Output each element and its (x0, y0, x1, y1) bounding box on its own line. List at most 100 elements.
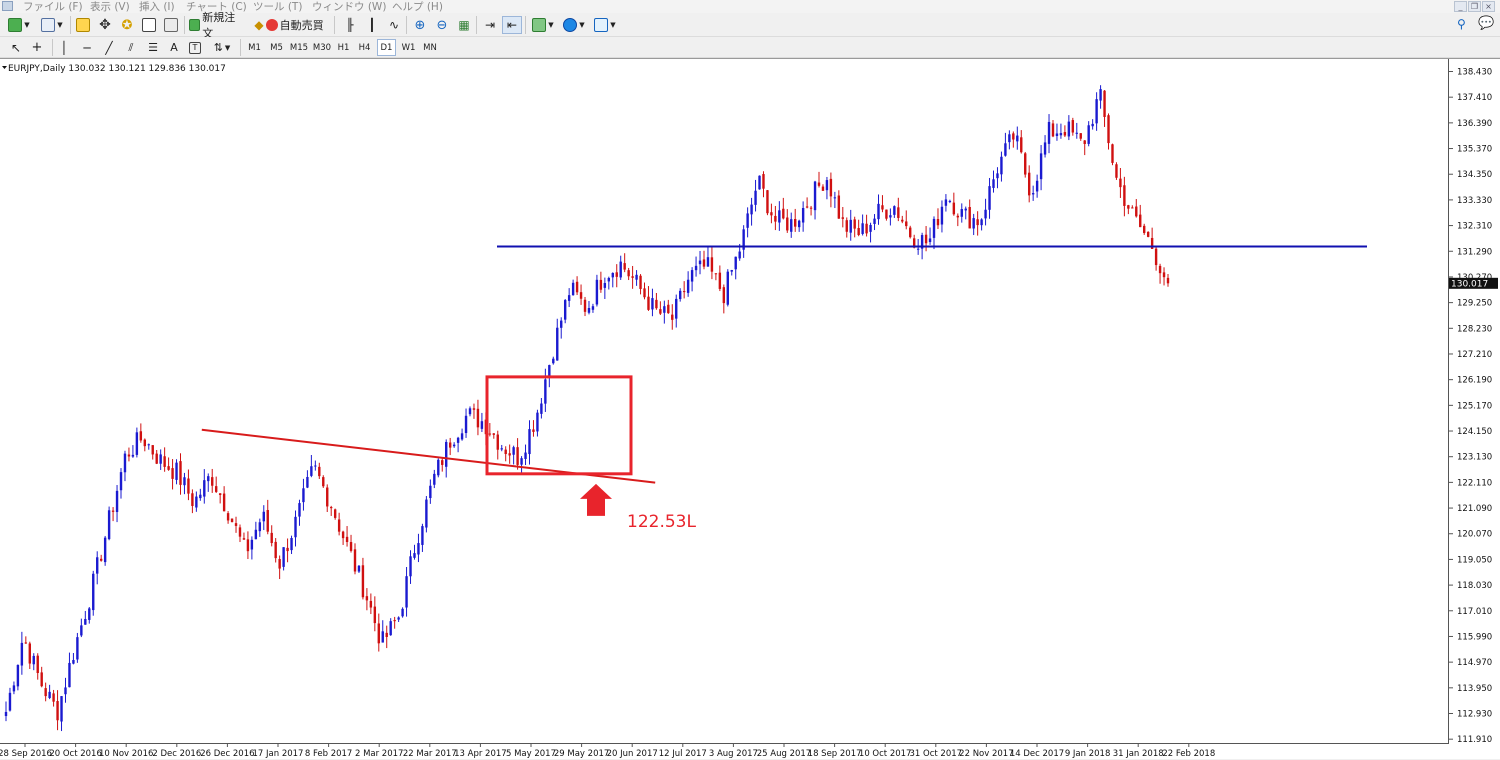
tf-mn[interactable]: MN (420, 39, 440, 56)
tf-d1[interactable]: D1 (377, 39, 396, 56)
bull-candle (16, 664, 20, 687)
periods-button[interactable]: ▼ (560, 16, 588, 34)
line-chart-button[interactable]: ∿ (384, 16, 404, 34)
auto-trade-button[interactable]: ◆ 自動売買 (248, 16, 330, 34)
bull-candle (758, 175, 761, 190)
menu-file[interactable]: ファイル (F) (23, 0, 83, 14)
bear-candle (1154, 248, 1158, 266)
chart-shift-icon: ⇤ (506, 18, 518, 32)
bull-candle (746, 213, 749, 228)
bear-candle (655, 299, 658, 309)
price-tick-label: 134.350 (1457, 170, 1492, 180)
new-chart-icon (8, 18, 23, 32)
menu-view[interactable]: 表示 (V) (90, 0, 130, 14)
navigator-button[interactable]: ✪ (117, 16, 137, 34)
price-tick-label: 121.090 (1457, 504, 1492, 514)
bull-candle (60, 696, 63, 722)
time-tick-label: 20 Oct 2016 (49, 749, 102, 759)
bull-candle (528, 429, 531, 455)
new-order-button[interactable]: 新規注文 (188, 11, 244, 40)
data-window-button[interactable]: ✥ (95, 16, 115, 34)
zoom-in-button[interactable]: ⊕ (410, 16, 430, 34)
bull-candle (932, 218, 936, 238)
tf-m5[interactable]: M5 (266, 39, 287, 56)
price-tick-label: 112.930 (1457, 710, 1492, 720)
bull-candle (571, 282, 575, 296)
menu-window[interactable]: ウィンドウ (W) (312, 0, 386, 14)
bull-candle (452, 444, 456, 447)
time-tick-label: 26 Dec 2016 (200, 749, 254, 759)
bear-candle (968, 206, 971, 229)
horizontal-line-button[interactable]: ─ (78, 39, 96, 56)
candlestick-button[interactable]: ┃ (362, 16, 382, 34)
templates-button[interactable]: ▼ (591, 16, 619, 34)
tf-m15[interactable]: M15 (288, 39, 310, 56)
bull-candle (195, 496, 198, 508)
zoom-out-button[interactable]: ⊖ (432, 16, 452, 34)
bear-candle (841, 217, 844, 219)
menu-insert[interactable]: 挿入 (I) (139, 0, 175, 14)
fibonacci-button[interactable]: ☰ (144, 39, 162, 56)
channel-button[interactable]: ⫽ (122, 39, 140, 56)
price-tick-label: 137.410 (1457, 93, 1492, 103)
bull-candle (675, 298, 678, 319)
menu-tools[interactable]: ツール (T) (253, 0, 302, 14)
bear-candle (373, 606, 377, 624)
bear-candle (1158, 265, 1162, 274)
chat-icon[interactable]: 💬 (1478, 16, 1494, 31)
tile-windows-icon: ▦ (458, 18, 470, 32)
tf-m1[interactable]: M1 (244, 39, 265, 56)
bear-candle (671, 314, 674, 320)
strategy-tester-button[interactable] (161, 16, 181, 34)
bull-candle (131, 454, 135, 457)
crosshair-button[interactable]: + (28, 39, 46, 56)
tf-w1[interactable]: W1 (399, 39, 418, 56)
bear-candle (1111, 144, 1114, 163)
bear-candle (345, 536, 349, 543)
bear-candle (36, 655, 39, 674)
bull-candle (726, 271, 729, 305)
bull-candle (405, 576, 408, 608)
price-tick-label: 131.290 (1457, 247, 1492, 257)
price-tick-label: 119.050 (1457, 555, 1492, 565)
bull-candle (536, 412, 539, 432)
text-label-button[interactable]: T (186, 39, 204, 56)
chart-shift-button[interactable]: ⇤ (502, 16, 522, 34)
arrows-button[interactable]: ⇅ ▼ (208, 39, 236, 56)
market-watch-button[interactable] (73, 16, 93, 34)
auto-trade-label: 自動売買 (279, 19, 324, 32)
consolidation-box[interactable] (485, 375, 633, 476)
bear-candle (326, 487, 329, 507)
bar-chart-button[interactable]: ╟ (340, 16, 360, 34)
minimize-icon[interactable]: _ (1454, 1, 1467, 12)
time-tick-label: 31 Oct 2017 (910, 749, 963, 759)
close-icon[interactable]: × (1482, 1, 1495, 12)
cursor-button[interactable]: ↖ (8, 39, 24, 56)
profiles-button[interactable]: ▼ (37, 16, 67, 34)
auto-scroll-button[interactable]: ⇥ (480, 16, 500, 34)
chart-window[interactable]: 138.430 137.410 136.390 135.370 134.350 133.3… (0, 58, 1500, 759)
tf-m30[interactable]: M30 (311, 39, 333, 56)
bull-candle (611, 272, 614, 278)
bull-candle (294, 516, 297, 538)
bull-candle (750, 204, 753, 215)
bear-candle (1051, 123, 1055, 137)
indicators-button[interactable]: ▼ (529, 16, 557, 34)
bear-candle (821, 186, 825, 191)
text-button[interactable]: A (166, 39, 182, 56)
search-icon[interactable]: ⚲ (1457, 17, 1466, 31)
trendline-button[interactable]: ╱ (100, 39, 118, 56)
bear-candle (163, 456, 166, 467)
bull-candle (413, 553, 416, 558)
bull-candle (425, 499, 428, 528)
vertical-line-button[interactable]: │ (56, 39, 72, 56)
bear-candle (40, 672, 43, 687)
tf-h4[interactable]: H4 (355, 39, 374, 56)
terminal-button[interactable] (139, 16, 159, 34)
restore-icon[interactable]: ❐ (1468, 1, 1481, 12)
price-chart[interactable]: 138.430 137.410 136.390 135.370 134.350 133.3… (0, 59, 1500, 760)
menu-help[interactable]: ヘルプ (H) (392, 0, 443, 14)
tf-h1[interactable]: H1 (334, 39, 353, 56)
new-chart-button[interactable]: ▼ (4, 16, 34, 34)
tile-windows-button[interactable]: ▦ (454, 16, 474, 34)
